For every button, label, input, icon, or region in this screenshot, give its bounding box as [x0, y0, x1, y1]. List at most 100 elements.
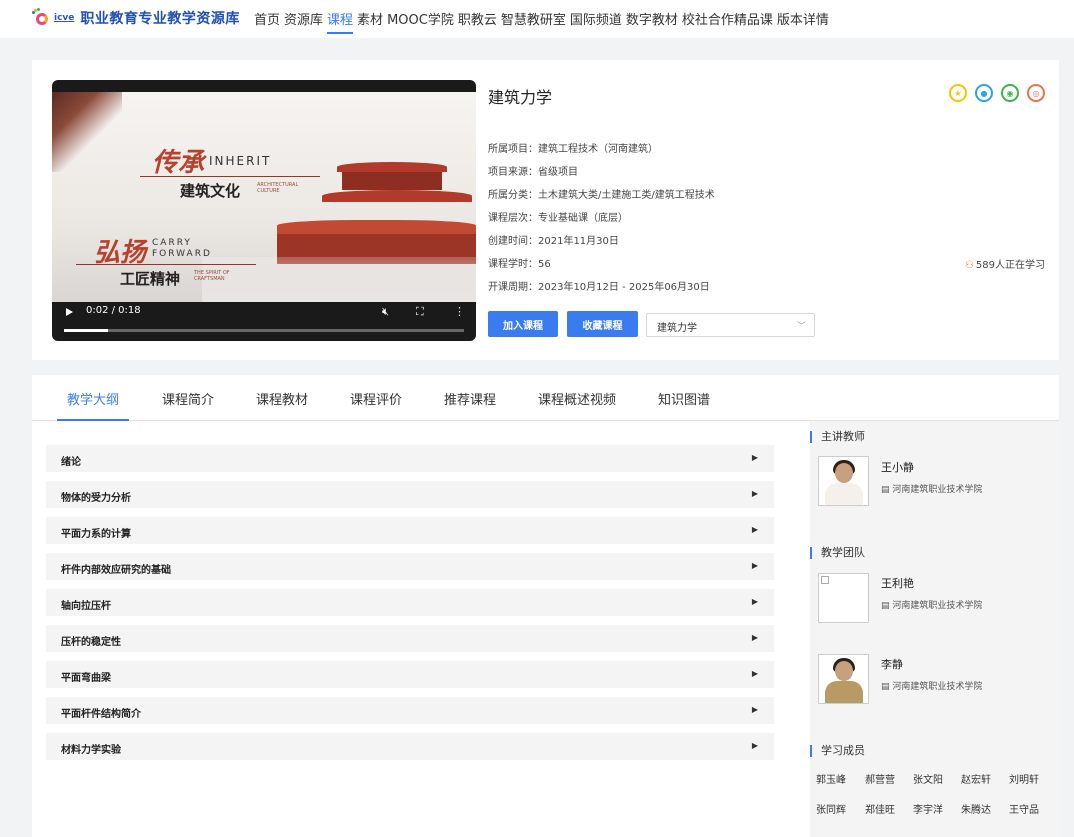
site-logo[interactable]: icve 职业教育专业教学资源库	[32, 8, 240, 28]
member-name[interactable]: 刘明轩	[1009, 771, 1039, 786]
active-tab-indicator	[57, 419, 129, 421]
video-controls: 0:02 / 0:18 🔇︎ ⛶ ⋮	[52, 293, 476, 341]
avatar[interactable]	[818, 654, 869, 704]
nav-courses[interactable]: 课程	[327, 9, 354, 34]
more-options-icon[interactable]: ⋮	[454, 305, 465, 318]
nav-international[interactable]: 国际频道	[570, 9, 622, 28]
building-icon: ▤	[881, 601, 893, 611]
chevron-down-icon: ﹀	[796, 322, 806, 332]
chapter-row[interactable]: 压杆的稳定性 ▶	[46, 625, 774, 652]
fullscreen-icon[interactable]: ⛶	[416, 305, 424, 319]
meta-project: 所属项目：建筑工程技术（河南建筑）	[488, 144, 658, 155]
member-name[interactable]: 李宇洋	[913, 801, 943, 816]
divider	[76, 264, 256, 265]
expand-arrow-icon: ▶	[751, 525, 758, 534]
expand-arrow-icon: ▶	[751, 633, 758, 642]
expand-arrow-icon: ▶	[751, 597, 758, 606]
nav-materials[interactable]: 素材	[357, 9, 383, 28]
member-name[interactable]: 郑佳旺	[865, 801, 895, 816]
course-detail-panel: 教学大纲 课程简介 课程教材 课程评价 推荐课程 课程概述视频 知识图谱 绪论 ▶…	[32, 375, 1059, 837]
video-frame: 传承 INHERIT 建筑文化 ARCHITECTURAL CULTURE 弘扬…	[52, 92, 476, 302]
nav-home[interactable]: 首页	[254, 9, 280, 28]
member-name[interactable]: 张文阳	[913, 771, 943, 786]
tab-overview-video[interactable]: 课程概述视频	[538, 389, 616, 408]
nav-version-details[interactable]: 版本详情	[777, 9, 829, 28]
learner-count: ⚇ 589人正在学习	[964, 260, 1045, 271]
meta-source: 项目来源：省级项目	[488, 167, 578, 178]
video-time: 0:02 / 0:18	[86, 305, 141, 316]
meta-period: 开课周期：2023年10月12日 - 2025年06月30日	[488, 282, 710, 293]
wechat-share-icon[interactable]: ◉	[1001, 84, 1019, 102]
qzone-share-icon[interactable]: ★	[949, 84, 967, 102]
video-progress-fill	[64, 329, 108, 332]
chapter-row[interactable]: 平面力系的计算 ▶	[46, 517, 774, 544]
nav-school-society[interactable]: 校社合作精品课	[682, 9, 773, 28]
tab-introduction[interactable]: 课程简介	[162, 389, 214, 408]
team-member-school: ▤ 河南建筑职业技术学院	[881, 601, 983, 611]
course-select[interactable]: 建筑力学 ﹀	[646, 313, 815, 337]
join-course-button[interactable]: 加入课程	[488, 311, 558, 337]
broken-image-avatar[interactable]	[818, 573, 869, 623]
team-member-name[interactable]: 王利艳	[881, 575, 914, 591]
video-progress-bar[interactable]	[64, 329, 464, 332]
video-tiny-1: ARCHITECTURAL CULTURE	[257, 182, 299, 194]
course-select-value: 建筑力学	[657, 323, 697, 334]
mute-icon[interactable]: 🔇︎	[382, 305, 389, 319]
qq-share-icon[interactable]: ●	[975, 84, 993, 102]
members-heading: 学习成员	[810, 745, 865, 757]
member-name[interactable]: 赵宏轩	[961, 771, 991, 786]
tab-textbook[interactable]: 课程教材	[256, 389, 308, 408]
expand-arrow-icon: ▶	[751, 453, 758, 462]
member-name[interactable]: 王守品	[1009, 801, 1039, 816]
collect-course-button[interactable]: 收藏课程	[567, 311, 638, 337]
lecturer-name[interactable]: 王小静	[881, 459, 914, 475]
tab-knowledge-graph[interactable]: 知识图谱	[658, 389, 710, 408]
lecturer-heading: 主讲教师	[810, 431, 865, 443]
member-name[interactable]: 朱腾达	[961, 801, 991, 816]
nav-zjy[interactable]: 职教云	[458, 9, 497, 28]
palace-roof-shape	[322, 190, 472, 202]
member-name[interactable]: 郝营营	[865, 771, 895, 786]
video-eng-2: CARRY FORWARD	[152, 238, 212, 259]
tab-evaluation[interactable]: 课程评价	[350, 389, 402, 408]
main-nav: 首页 资源库 课程 素材 MOOC学院 职教云 智慧教研室 国际频道 数字教材 …	[254, 9, 829, 34]
chapter-row[interactable]: 物体的受力分析 ▶	[46, 481, 774, 508]
meta-hours: 课程学时：56	[488, 259, 551, 270]
play-icon[interactable]	[66, 308, 73, 316]
palace-roof-shape	[277, 220, 476, 234]
expand-arrow-icon: ▶	[751, 741, 758, 750]
lecturer-school: ▤ 河南建筑职业技术学院	[881, 485, 983, 495]
video-title-1: 传承	[152, 148, 205, 178]
nav-mooc[interactable]: MOOC学院	[387, 9, 454, 28]
chapter-row[interactable]: 绪论 ▶	[46, 445, 774, 472]
team-member-name[interactable]: 李静	[881, 656, 903, 672]
nav-resource-library[interactable]: 资源库	[284, 9, 323, 28]
tab-syllabus[interactable]: 教学大纲	[67, 389, 119, 408]
tab-bar: 教学大纲 课程简介 课程教材 课程评价 推荐课程 课程概述视频 知识图谱	[32, 375, 1059, 421]
chapter-row[interactable]: 轴向拉压杆 ▶	[46, 589, 774, 616]
chapter-row[interactable]: 平面弯曲梁 ▶	[46, 661, 774, 688]
member-name[interactable]: 郭玉峰	[816, 771, 846, 786]
video-subtitle-1: 建筑文化	[180, 182, 241, 200]
nav-digital-textbook[interactable]: 数字教材	[626, 9, 678, 28]
video-tiny-2: THE SPIRIT OF CRAFTSMAN	[194, 270, 230, 282]
video-player[interactable]: 传承 INHERIT 建筑文化 ARCHITECTURAL CULTURE 弘扬…	[52, 80, 476, 341]
syllabus-list: 绪论 ▶ 物体的受力分析 ▶ 平面力系的计算 ▶ 杆件内部效应研究的基础 ▶ 轴向拉压杆…	[46, 445, 774, 769]
palace-wall-shape	[342, 172, 442, 190]
building-icon: ▤	[881, 485, 893, 495]
nav-teaching-research[interactable]: 智慧教研室	[501, 9, 566, 28]
tab-recommended[interactable]: 推荐课程	[444, 389, 496, 408]
building-icon: ▤	[881, 682, 893, 692]
member-name[interactable]: 张同辉	[816, 801, 846, 816]
course-title: 建筑力学	[488, 88, 553, 107]
meta-level: 课程层次：专业基础课（底层）	[488, 213, 628, 224]
avatar[interactable]	[818, 456, 869, 506]
weibo-share-icon[interactable]: ◎	[1027, 84, 1045, 102]
chapter-row[interactable]: 杆件内部效应研究的基础 ▶	[46, 553, 774, 580]
video-subtitle-2: 工匠精神	[120, 270, 181, 288]
meta-created: 创建时间：2021年11月30日	[488, 236, 619, 247]
chapter-row[interactable]: 材料力学实验 ▶	[46, 733, 774, 760]
broken-image-icon	[821, 576, 829, 584]
chapter-row[interactable]: 平面杆件结构简介 ▶	[46, 697, 774, 724]
course-card: 传承 INHERIT 建筑文化 ARCHITECTURAL CULTURE 弘扬…	[32, 60, 1059, 360]
